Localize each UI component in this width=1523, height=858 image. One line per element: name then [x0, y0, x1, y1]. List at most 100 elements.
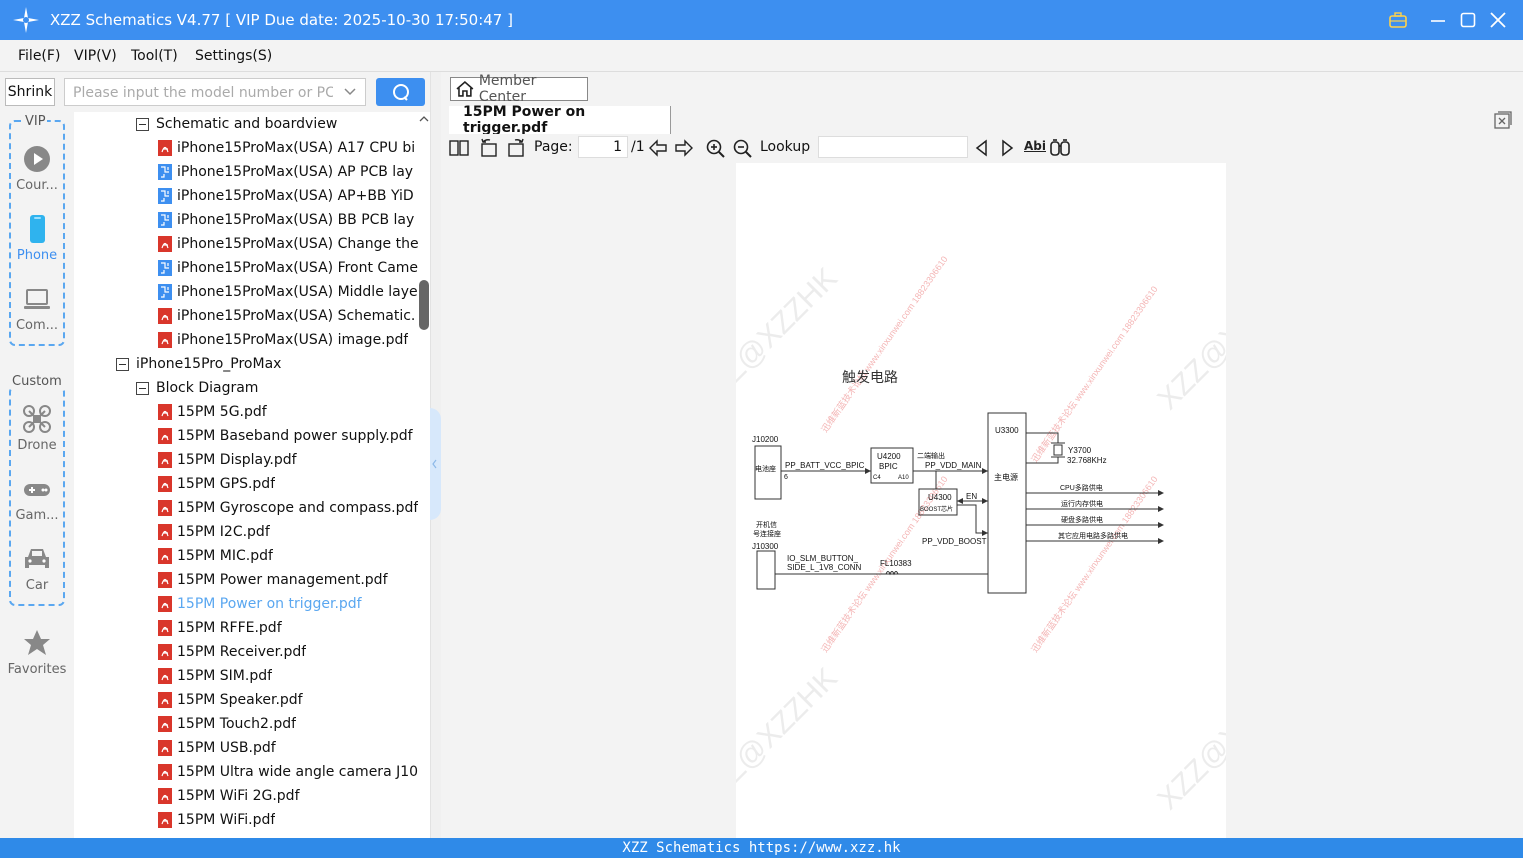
- tree-file-item[interactable]: 15PM WiFi 2G.pdf: [158, 784, 418, 808]
- lookup-input[interactable]: [818, 136, 968, 158]
- search-input[interactable]: [73, 83, 333, 103]
- tree-file-item[interactable]: 15PM WiFi.pdf: [158, 808, 418, 832]
- pdf-file-icon: [158, 788, 172, 804]
- tree-file-item[interactable]: 15PM Touch2.pdf: [158, 712, 418, 736]
- tree-file-item[interactable]: iPhone15ProMax(USA) image.pdf: [158, 328, 418, 352]
- close-button[interactable]: [1486, 8, 1510, 32]
- tree-file-item[interactable]: iPhone15ProMax(USA) BB PCB lay: [158, 208, 418, 232]
- tree-file-item[interactable]: iPhone15ProMax(USA) Front Came: [158, 256, 418, 280]
- tree-file-item[interactable]: 15PM Speaker.pdf: [158, 688, 418, 712]
- pdf-file-icon: [158, 692, 172, 708]
- member-center-label: Member Center: [478, 73, 537, 105]
- menu-vip[interactable]: VIP(V): [74, 48, 117, 64]
- category-favorites[interactable]: Favorites: [0, 628, 74, 677]
- title-bar: XZZ Schematics V4.77 [ VIP Due date: 202…: [0, 0, 1523, 40]
- zoom-out-icon[interactable]: [731, 137, 753, 159]
- category-phone[interactable]: Phone: [0, 214, 74, 263]
- tree-file-item[interactable]: iPhone15ProMax(USA) Middle laye: [158, 280, 418, 304]
- tree-file-item[interactable]: iPhone15ProMax(USA) Schematic.: [158, 304, 418, 328]
- pdf-file-icon: [158, 764, 172, 780]
- find-next-icon[interactable]: [996, 137, 1018, 159]
- tree-item-label: 15PM USB.pdf: [177, 740, 276, 756]
- rotate-left-icon[interactable]: [478, 137, 500, 159]
- tree-folder[interactable]: Schematic and boardview: [136, 112, 418, 136]
- tree-file-item[interactable]: 15PM Ultra wide angle camera J10: [158, 760, 418, 784]
- tree-folder[interactable]: iPhone15Pro_ProMax: [116, 352, 418, 376]
- tree-file-item[interactable]: iPhone15ProMax(USA) AP PCB lay: [158, 160, 418, 184]
- tree-file-item[interactable]: 15PM 5G.pdf: [158, 400, 418, 424]
- category-drone[interactable]: Drone: [0, 404, 74, 453]
- connector-j10300: [756, 550, 776, 590]
- shrink-button[interactable]: Shrink: [5, 78, 55, 106]
- tree-file-item[interactable]: 15PM USB.pdf: [158, 736, 418, 760]
- tree-folder[interactable]: Block Diagram: [136, 376, 418, 400]
- label-power-btn-2: 号连接座: [753, 529, 781, 538]
- tree-file-item[interactable]: iPhone15ProMax(USA) A17 CPU bi: [158, 136, 418, 160]
- match-case-icon[interactable]: Abi: [1024, 139, 1046, 153]
- label-u4200: U4200: [877, 452, 901, 461]
- label-power-btn-1: 开机信: [756, 520, 777, 529]
- category-label: Cour...: [16, 178, 58, 193]
- menu-tool[interactable]: Tool(T): [131, 48, 178, 64]
- tree-item-label: 15PM I2C.pdf: [177, 524, 270, 540]
- collapse-toggle-icon[interactable]: [116, 357, 129, 371]
- find-all-icon[interactable]: [1049, 137, 1071, 159]
- custom-group-title: Custom: [11, 374, 63, 389]
- maximize-button[interactable]: [1456, 8, 1480, 32]
- tree-item-label: 15PM Power management.pdf: [177, 572, 388, 588]
- menu-settings[interactable]: Settings(S): [195, 48, 272, 64]
- tree-file-item[interactable]: 15PM MIC.pdf: [158, 544, 418, 568]
- vip-badge-button[interactable]: [1386, 8, 1410, 32]
- tree-item-label: 15PM MIC.pdf: [177, 548, 273, 564]
- tree-file-item[interactable]: 15PM Power management.pdf: [158, 568, 418, 592]
- tree-file-item[interactable]: 15PM I2C.pdf: [158, 520, 418, 544]
- next-page-icon[interactable]: [673, 137, 695, 159]
- tree-scrollbar-thumb[interactable]: [419, 280, 429, 330]
- tree-scrollbar[interactable]: [418, 112, 430, 838]
- collapse-toggle-icon[interactable]: [136, 117, 149, 131]
- find-previous-icon[interactable]: [971, 137, 993, 159]
- rotate-right-icon[interactable]: [505, 137, 527, 159]
- page-number-input[interactable]: [578, 136, 628, 158]
- tree-file-item[interactable]: 15PM Power on trigger.pdf: [158, 592, 418, 616]
- label-bpic: BPIC: [879, 462, 898, 471]
- member-center-button[interactable]: Member Center: [450, 73, 588, 105]
- tab-document[interactable]: 15PM Power on trigger.pdf: [449, 104, 671, 136]
- splitter-collapse-handle[interactable]: [430, 408, 441, 520]
- tree-file-item[interactable]: 15PM Display.pdf: [158, 448, 418, 472]
- search-button[interactable]: [376, 78, 425, 106]
- tree-item-label: 15PM SIM.pdf: [177, 668, 273, 684]
- pcb-file-icon: [158, 164, 172, 180]
- chevron-down-icon[interactable]: [343, 85, 357, 99]
- category-label: Favorites: [7, 662, 67, 677]
- collapse-toggle-icon[interactable]: [136, 381, 149, 395]
- menu-bar: File(F) VIP(V) Tool(T) Settings(S): [0, 40, 1523, 72]
- menu-file[interactable]: File(F): [18, 48, 60, 64]
- category-game[interactable]: Gam...: [0, 474, 74, 523]
- scroll-up-icon[interactable]: [419, 114, 429, 124]
- search-icon: [392, 84, 409, 101]
- category-courses[interactable]: Cour...: [0, 144, 74, 193]
- pdf-page[interactable]: XZZ@XZZHK XZZ@XZZHK XZZ@XZZHK XZZ@XZZHK …: [736, 163, 1226, 838]
- tree-file-item[interactable]: 15PM Baseband power supply.pdf: [158, 424, 418, 448]
- tree-file-item[interactable]: iPhone15ProMax(USA) AP+BB YiD: [158, 184, 418, 208]
- previous-page-icon[interactable]: [647, 137, 669, 159]
- tree-file-item[interactable]: 15PM SIM.pdf: [158, 664, 418, 688]
- tree-file-item[interactable]: 15PM Gyroscope and compass.pdf: [158, 496, 418, 520]
- pdf-file-icon: [158, 476, 172, 492]
- tree-item-label: 15PM Gyroscope and compass.pdf: [177, 500, 418, 516]
- two-page-view-icon[interactable]: [448, 137, 470, 159]
- laptop-icon: [24, 289, 50, 309]
- close-tabs-icon[interactable]: [1493, 110, 1513, 130]
- tree-file-item[interactable]: 15PM GPS.pdf: [158, 472, 418, 496]
- page-label: Page:: [534, 139, 573, 155]
- minimize-button[interactable]: [1426, 8, 1450, 32]
- tree-file-item[interactable]: iPhone15ProMax(USA) Change the: [158, 232, 418, 256]
- category-car[interactable]: Car: [0, 544, 74, 593]
- zoom-in-icon[interactable]: [704, 137, 726, 159]
- tree-file-item[interactable]: 15PM Receiver.pdf: [158, 640, 418, 664]
- tree-item-label: 15PM Touch2.pdf: [177, 716, 297, 732]
- tree-item-label: iPhone15ProMax(USA) Middle laye: [177, 284, 418, 300]
- tree-file-item[interactable]: 15PM RFFE.pdf: [158, 616, 418, 640]
- category-computer[interactable]: Com...: [0, 284, 74, 333]
